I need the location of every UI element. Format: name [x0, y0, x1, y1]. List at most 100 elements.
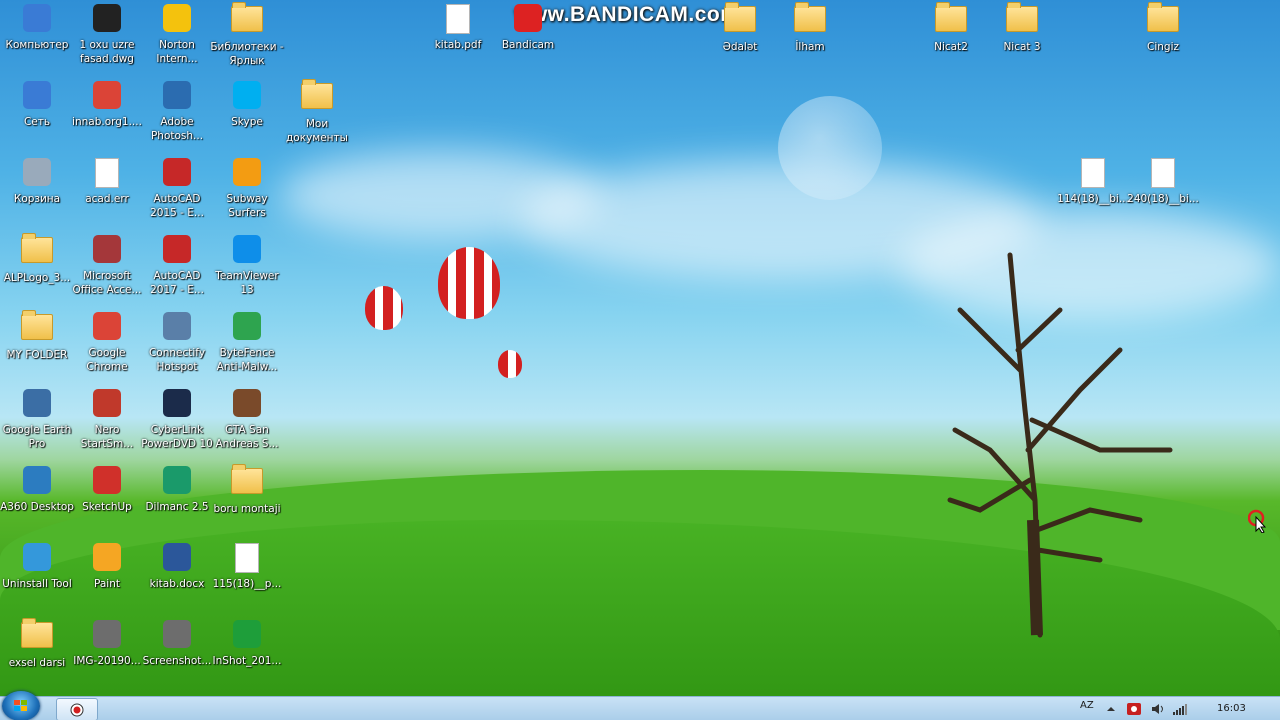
- desktop-icon[interactable]: Компьютер: [0, 0, 74, 52]
- bandicam-record-icon: [70, 703, 84, 717]
- desktop-icon[interactable]: CyberLink PowerDVD 10: [140, 385, 214, 451]
- desktop-icon[interactable]: ByteFence Anti-Malw...: [210, 308, 284, 374]
- desktop-icon-label: IMG-20190...: [73, 655, 141, 667]
- desktop-icon-label: MY FOLDER: [6, 349, 68, 361]
- icon-graphic: [93, 235, 121, 263]
- connectify-icon: [161, 312, 193, 344]
- desktop-icon[interactable]: kitab.docx: [140, 539, 214, 591]
- desktop-icon[interactable]: innab.org1....: [70, 77, 144, 129]
- desktop-icon-label: Norton Intern...: [156, 39, 198, 65]
- desktop-icon[interactable]: MY FOLDER: [0, 308, 74, 362]
- desktop-icon-label: 1 oxu uzre fasad.dwg: [79, 39, 135, 65]
- moon: [778, 96, 882, 200]
- desktop-icon[interactable]: boru montaji: [210, 462, 284, 516]
- desktop-icon[interactable]: 114(18)__bi...: [1056, 154, 1130, 206]
- network-signal-icon[interactable]: [1172, 701, 1188, 717]
- word-doc-icon: [161, 543, 193, 575]
- desktop-icon-label: Dilmanc 2.5: [145, 501, 209, 513]
- icon-graphic: [1006, 2, 1038, 32]
- hot-air-balloon: [438, 247, 500, 319]
- desktop-icon[interactable]: 240(18)__bi...: [1126, 154, 1200, 206]
- desktop-icon[interactable]: Adobe Photosh...: [140, 77, 214, 143]
- paint-icon: [91, 543, 123, 575]
- desktop-icon[interactable]: 1 oxu uzre fasad.dwg: [70, 0, 144, 66]
- desktop-icon[interactable]: Nicat2: [914, 0, 988, 54]
- start-button[interactable]: [2, 691, 40, 720]
- desktop-icon[interactable]: A360 Desktop: [0, 462, 74, 514]
- icon-graphic: [514, 4, 542, 32]
- desktop-icon-label: Subway Surfers: [226, 193, 268, 219]
- dilmanc-icon: [161, 466, 193, 498]
- desktop-icon[interactable]: Connectify Hotspot: [140, 308, 214, 374]
- folder-icon: [1147, 2, 1179, 38]
- autocad-icon: [161, 158, 193, 190]
- icon-graphic: [93, 543, 121, 571]
- desktop-icon[interactable]: Корзина: [0, 154, 74, 206]
- desktop-icon[interactable]: Мои документы: [280, 77, 354, 145]
- clock[interactable]: 16:03: [1217, 703, 1246, 714]
- icon-graphic: [93, 389, 121, 417]
- desktop-icon[interactable]: exsel darsi: [0, 616, 74, 670]
- bandicam-tray-icon[interactable]: [1126, 701, 1142, 717]
- desktop-icon[interactable]: İlham: [773, 0, 847, 54]
- photoshop-icon: [161, 81, 193, 113]
- network-icon: [21, 81, 53, 113]
- icon-graphic: [23, 466, 51, 494]
- desktop-icon[interactable]: kitab.pdf: [421, 0, 495, 52]
- desktop-icon[interactable]: Cingiz: [1126, 0, 1200, 54]
- desktop-icon[interactable]: acad.err: [70, 154, 144, 206]
- desktop-icon-label: Cingiz: [1147, 41, 1179, 53]
- uninstall-tool-icon: [21, 543, 53, 575]
- desktop-icon[interactable]: InShot_201...: [210, 616, 284, 668]
- desktop-icon[interactable]: Skype: [210, 77, 284, 129]
- desktop-icon-label: Adobe Photosh...: [150, 116, 204, 142]
- desktop-icon[interactable]: Norton Intern...: [140, 0, 214, 66]
- desktop-icon[interactable]: GTA San Andreas S...: [210, 385, 284, 451]
- desktop-icon-label: Skype: [231, 116, 263, 128]
- desktop-icon[interactable]: Google Chrome: [70, 308, 144, 374]
- icon-graphic: [163, 543, 191, 571]
- desktop-icon[interactable]: IMG-20190...: [70, 616, 144, 668]
- desktop-icon[interactable]: Bandicam: [491, 0, 565, 52]
- desktop-icon[interactable]: Google Earth Pro: [0, 385, 74, 451]
- desktop-icon[interactable]: Dilmanc 2.5: [140, 462, 214, 514]
- desktop-icon[interactable]: Subway Surfers: [210, 154, 284, 220]
- desktop-icon[interactable]: TeamViewer 13: [210, 231, 284, 297]
- hot-air-balloon: [498, 350, 522, 378]
- icon-graphic: [163, 466, 191, 494]
- desktop-icon[interactable]: Библиотеки - Ярлык: [210, 0, 284, 68]
- icon-graphic: [794, 2, 826, 32]
- desktop-icon[interactable]: Uninstall Tool: [0, 539, 74, 591]
- pdf-file-icon: [442, 4, 474, 36]
- desktop-icon[interactable]: 115(18)__p...: [210, 539, 284, 591]
- desktop-icon[interactable]: Сеть: [0, 77, 74, 129]
- desktop-icon[interactable]: Nicat 3: [985, 0, 1059, 54]
- autocad-icon: [161, 235, 193, 267]
- desktop-icon[interactable]: SketchUp: [70, 462, 144, 514]
- desktop-icon[interactable]: Nero StartSm...: [70, 385, 144, 451]
- desktop-icon-label: AutoCAD 2015 - E...: [150, 193, 204, 219]
- desktop-icon[interactable]: AutoCAD 2017 - E...: [140, 231, 214, 297]
- taskbar-bandicam-button[interactable]: [56, 698, 98, 720]
- desktop-icon[interactable]: Paint: [70, 539, 144, 591]
- volume-icon[interactable]: [1150, 701, 1166, 717]
- desktop-icon[interactable]: Screenshot...: [140, 616, 214, 668]
- desktop-icon[interactable]: Ədalət: [703, 0, 777, 54]
- desktop-icon-label: Корзина: [13, 193, 61, 205]
- desktop-icon-label: Bandicam: [501, 39, 555, 51]
- language-indicator[interactable]: AZ: [1080, 700, 1094, 711]
- desktop-icon[interactable]: ALPLogo_3...: [0, 231, 74, 285]
- desktop-icon-label: Connectify Hotspot: [148, 347, 206, 373]
- show-hidden-icons-icon[interactable]: [1106, 704, 1116, 714]
- icon-graphic: [21, 618, 53, 648]
- desktop-icon[interactable]: AutoCAD 2015 - E...: [140, 154, 214, 220]
- desktop-icon-label: A360 Desktop: [0, 501, 74, 513]
- desktop-icon-label: Paint: [94, 578, 120, 590]
- desktop-icon-label: Ədalət: [722, 41, 758, 53]
- desktop-icon[interactable]: Microsoft Office Acce...: [70, 231, 144, 297]
- google-earth-icon: [21, 389, 53, 421]
- folder-icon: [21, 310, 53, 346]
- icon-graphic: [23, 81, 51, 109]
- nero-icon: [91, 389, 123, 421]
- desktop-icon-label: SketchUp: [82, 501, 132, 513]
